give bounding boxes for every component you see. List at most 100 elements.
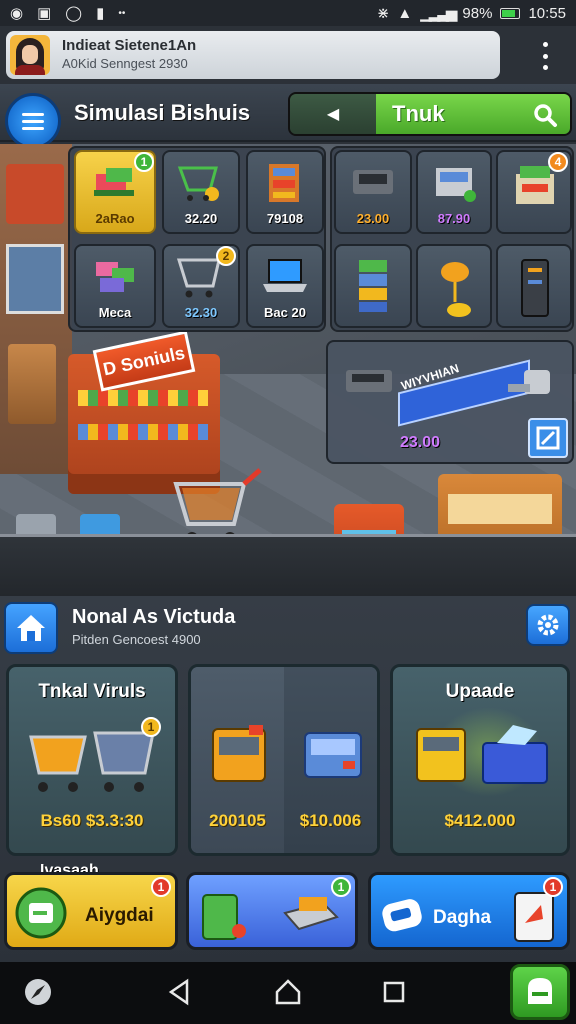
settings-button[interactable] xyxy=(526,604,570,646)
sofa-icon xyxy=(94,168,134,196)
register-icon xyxy=(436,168,476,202)
recents-icon xyxy=(383,981,405,1003)
whatsapp-icon: ◉ xyxy=(10,5,24,22)
shop-item-register[interactable]: 87.90 xyxy=(416,150,492,234)
ticket-icon xyxy=(382,899,422,932)
upgrade-machine-icon xyxy=(416,725,548,784)
action-button-left[interactable]: Aiygdai 1 xyxy=(4,872,178,950)
chat-button[interactable] xyxy=(510,964,570,1020)
action-badge: 1 xyxy=(543,877,563,897)
menu-button[interactable] xyxy=(5,93,61,149)
nav-back-button[interactable] xyxy=(160,974,200,1010)
signal-icon: ▁▂▃▅ xyxy=(420,5,457,22)
gallery-icon: ▣ xyxy=(37,5,52,22)
shop-item-sofa[interactable]: 2aRao 1 xyxy=(74,150,156,234)
home-nav-icon xyxy=(275,979,301,1005)
register-icon xyxy=(304,732,362,778)
hud-subtitle: Pitden Gencoest 4900 xyxy=(72,632,201,647)
action-left-label: Aiygdai xyxy=(85,905,154,926)
lock-icon: ▮ xyxy=(96,5,105,22)
home-button[interactable] xyxy=(4,602,58,654)
nav-home-button[interactable] xyxy=(268,974,308,1010)
card-item-icon xyxy=(514,892,554,942)
status-bar: ◉ ▣ ◯ ▮ •• ⋇ ▲ ▁▂▃▅ 98% 10:55 xyxy=(0,0,576,26)
lamp-icon xyxy=(441,262,471,317)
road xyxy=(0,534,576,596)
tab-label: Tnuk xyxy=(392,101,445,126)
battery-percent: 98% xyxy=(462,4,493,22)
books-icon xyxy=(359,260,387,312)
search-icon[interactable] xyxy=(532,102,558,128)
laptop-icon xyxy=(263,259,307,292)
shop-item-printer[interactable]: 23.00 xyxy=(334,150,412,234)
faucet-icon xyxy=(508,370,550,394)
hud-title: Nonal As Victuda xyxy=(72,606,236,628)
card-value: $412.000 xyxy=(444,811,516,830)
chat-icon xyxy=(528,978,552,1004)
action-badge: 1 xyxy=(151,877,171,897)
more-options-icon[interactable] xyxy=(536,42,554,70)
expand-button[interactable] xyxy=(528,418,568,458)
notification-subtitle: A0Kid Senngest 2930 xyxy=(62,56,188,71)
card-badge: 1 xyxy=(141,717,161,737)
shop-item-books[interactable] xyxy=(334,244,412,328)
sync-icon: ◯ xyxy=(65,5,83,22)
action-button-right[interactable]: Dagha 1 xyxy=(368,872,570,950)
shelf-icon xyxy=(269,164,299,202)
battery-icon xyxy=(500,7,521,19)
arrow-left-icon: ◀ xyxy=(326,106,340,123)
bluetooth-icon: ⋇ xyxy=(376,5,390,22)
notification-banner[interactable]: Indieat Sietene1An A0Kid Senngest 2930 xyxy=(6,31,500,79)
item-price: 87.90 xyxy=(437,211,471,226)
card-carts[interactable]: Tnkal Viruls 1 Bs60 $3.3:30 xyxy=(6,664,178,856)
shop-item-shelf[interactable]: 79108 xyxy=(246,150,324,234)
notification-title: Indieat Sietene1An xyxy=(62,37,197,54)
item-price: Bac 20 xyxy=(264,305,306,320)
tab-main[interactable]: Tnuk xyxy=(376,94,570,134)
expand-icon xyxy=(536,426,560,450)
fridge-icon xyxy=(521,259,549,317)
shop-item-cart[interactable]: 32.20 xyxy=(162,150,240,234)
tab-bar: ◀ Tnuk xyxy=(288,92,572,136)
card-machines[interactable]: 200105 $10.006 xyxy=(188,664,380,856)
clock: 10:55 xyxy=(528,4,566,22)
item-badge: 4 xyxy=(548,152,568,172)
game-screen: { "status_bar": {"battery": "98%", "time… xyxy=(0,0,576,1024)
shop-item-laptop[interactable]: Bac 20 xyxy=(246,244,324,328)
wallet-icon xyxy=(15,887,67,939)
back-tab-button[interactable]: ◀ xyxy=(290,94,376,134)
item-price: 32.30 xyxy=(184,305,218,320)
wifi-icon: ▲ xyxy=(397,4,413,22)
item-price: 23.00 xyxy=(356,211,390,226)
cart-icon xyxy=(177,166,219,201)
menu-icon xyxy=(22,112,44,116)
card-upgrade[interactable]: Upaade $412.000 xyxy=(390,664,570,856)
card-title: Upaade xyxy=(445,681,515,702)
action-right-label: Dagha xyxy=(433,907,492,928)
card-value-left: 200105 xyxy=(209,811,266,830)
printer-icon xyxy=(353,170,393,194)
item-price: 2aRao xyxy=(95,211,135,226)
crates xyxy=(8,344,56,424)
item-price: Meca xyxy=(98,305,132,320)
compass-button[interactable] xyxy=(18,974,58,1010)
shop-item-lamp[interactable] xyxy=(416,244,492,328)
back-icon xyxy=(168,978,189,1006)
printer-icon xyxy=(346,370,392,392)
card-value-right: $10.006 xyxy=(299,811,362,830)
nav-recents-button[interactable] xyxy=(374,974,414,1010)
dots-icon: •• xyxy=(118,7,126,19)
shop-item-fridge[interactable] xyxy=(496,244,572,328)
featured-item-price: 23.00 xyxy=(399,434,441,451)
item-price: 32.20 xyxy=(184,211,218,226)
card-value: Bs60 $3.3:30 xyxy=(40,811,144,830)
featured-item-panel[interactable]: WIYVHIAN 23.00 xyxy=(326,340,574,464)
home-icon xyxy=(17,615,45,641)
card-title: Tnkal Viruls xyxy=(38,681,146,702)
shop-item-stand[interactable]: 4 xyxy=(496,150,572,234)
action-button-middle[interactable]: 1 xyxy=(186,872,358,950)
item-badge: 1 xyxy=(134,152,154,172)
shop-item-blocks[interactable]: Meca xyxy=(74,244,156,328)
app-title: Simulasi Bishuis xyxy=(74,100,251,125)
shop-item-cart-large[interactable]: 32.30 2 xyxy=(162,244,240,328)
